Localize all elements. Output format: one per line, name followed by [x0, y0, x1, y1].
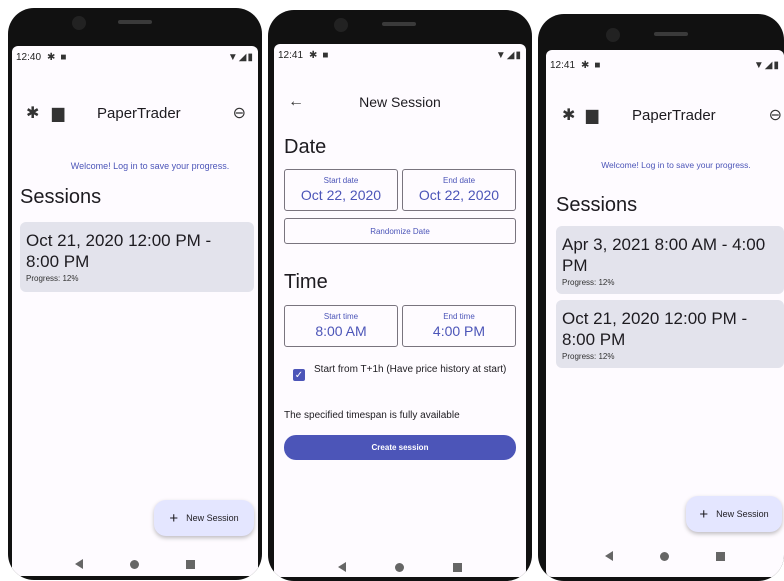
date-heading: Date	[284, 136, 327, 158]
home-nav-icon[interactable]	[659, 551, 669, 561]
speaker-grille	[654, 32, 688, 36]
end-date-label: End date	[442, 176, 476, 185]
feedback-icon[interactable]: ▆	[586, 105, 598, 125]
new-session-button[interactable]: + New Session	[154, 500, 254, 536]
time-heading: Time	[284, 271, 328, 293]
new-session-button[interactable]: + New Session	[686, 496, 782, 532]
settings-icon[interactable]: ✱	[26, 103, 39, 123]
app-title: PaperTrader	[97, 104, 181, 122]
system-nav-bar	[12, 556, 258, 572]
camera	[606, 28, 620, 42]
recents-nav-icon[interactable]	[715, 551, 725, 561]
status-bar: 12:41 ✱ ■ ▼◢▮	[546, 56, 784, 74]
account-icon[interactable]: ⊖	[233, 103, 246, 123]
session-card[interactable]: Oct 21, 2020 12:00 PM - 8:00 PM Progress…	[20, 222, 254, 292]
status-time: 12:41	[550, 59, 576, 71]
session-card[interactable]: Apr 3, 2021 8:00 AM - 4:00 PM Progress: …	[556, 226, 784, 294]
start-date-value: Oct 22, 2020	[300, 187, 382, 203]
end-date-field[interactable]: End date Oct 22, 2020	[402, 169, 516, 211]
end-time-label: End time	[443, 312, 475, 321]
new-session-label: New Session	[716, 509, 769, 519]
square-icon: ■	[594, 59, 601, 71]
session-progress: Progress: 12%	[26, 274, 79, 283]
screen-new-session: 12:41 ✱ ■ ▼◢▮ ← New Session Date Start d…	[274, 44, 526, 577]
recents-nav-icon[interactable]	[185, 559, 195, 569]
back-nav-icon[interactable]	[75, 559, 84, 569]
screen-title: New Session	[359, 94, 441, 110]
gear-icon: ✱	[47, 51, 56, 63]
start-time-value: 8:00 AM	[315, 323, 367, 339]
availability-text: The specified timespan is fully availabl…	[284, 410, 460, 421]
session-title: Oct 21, 2020 12:00 PM - 8:00 PM	[26, 231, 212, 271]
signal-battery-icon: ▼◢▮	[495, 49, 522, 61]
end-time-value: 4:00 PM	[432, 323, 486, 339]
session-title: Oct 21, 2020 12:00 PM - 8:00 PM	[562, 309, 748, 349]
plus-icon: +	[169, 509, 179, 527]
create-session-button[interactable]: Create session	[284, 435, 516, 460]
start-date-label: Start date	[323, 176, 359, 185]
status-bar: 12:41 ✱ ■ ▼◢▮	[274, 46, 526, 64]
feedback-icon[interactable]: ▆	[52, 103, 64, 123]
gear-icon: ✱	[581, 59, 590, 71]
home-nav-icon[interactable]	[394, 562, 404, 572]
system-nav-bar	[274, 559, 526, 575]
status-time: 12:41	[278, 49, 304, 61]
square-icon: ■	[322, 49, 329, 61]
settings-icon[interactable]: ✱	[562, 105, 575, 125]
welcome-login-link[interactable]: Welcome! Log in to save your progress.	[12, 161, 258, 171]
system-nav-bar	[546, 548, 784, 564]
session-progress: Progress: 12%	[562, 278, 615, 287]
t-plus-1h-label: Start from T+1h (Have price history at s…	[314, 364, 507, 375]
randomize-date-button[interactable]: Randomize Date	[284, 218, 516, 244]
gear-icon: ✱	[309, 49, 318, 61]
speaker-grille	[382, 22, 416, 26]
welcome-login-link[interactable]: Welcome! Log in to save your progress.	[546, 160, 784, 170]
recents-nav-icon[interactable]	[452, 562, 462, 572]
account-icon[interactable]: ⊖	[769, 105, 782, 125]
phone-frame-1: 12:40 ✱ ■ ▼◢▮ ✱ ▆ PaperTrader ⊖ Welcome!…	[8, 8, 262, 580]
speaker-grille	[118, 20, 152, 24]
home-nav-icon[interactable]	[129, 559, 139, 569]
session-card[interactable]: Oct 21, 2020 12:00 PM - 8:00 PM Progress…	[556, 300, 784, 368]
plus-icon: +	[699, 505, 709, 523]
end-date-value: Oct 22, 2020	[418, 187, 500, 203]
back-nav-icon[interactable]	[605, 551, 614, 561]
square-icon: ■	[60, 51, 67, 63]
app-title: PaperTrader	[632, 106, 716, 124]
signal-battery-icon: ▼◢▮	[753, 59, 780, 71]
start-date-field[interactable]: Start date Oct 22, 2020	[284, 169, 398, 211]
phone-frame-3: 12:41 ✱ ■ ▼◢▮ ✱ ▆ PaperTrader ⊖ Welcome!…	[538, 14, 784, 581]
status-time: 12:40	[16, 51, 42, 63]
session-progress: Progress: 12%	[562, 352, 615, 361]
screen-sessions-updated: 12:41 ✱ ■ ▼◢▮ ✱ ▆ PaperTrader ⊖ Welcome!…	[546, 50, 784, 577]
camera	[72, 16, 86, 30]
start-time-field[interactable]: Start time 8:00 AM	[284, 305, 398, 347]
start-time-label: Start time	[323, 312, 359, 321]
sessions-heading: Sessions	[556, 194, 638, 216]
camera	[334, 18, 348, 32]
t-plus-1h-checkbox[interactable]: ✓	[293, 369, 305, 381]
sessions-heading: Sessions	[20, 186, 102, 208]
top-app-bar: ✱ ▆ PaperTrader ⊖	[12, 98, 258, 128]
screen-sessions: 12:40 ✱ ■ ▼◢▮ ✱ ▆ PaperTrader ⊖ Welcome!…	[12, 46, 258, 576]
back-nav-icon[interactable]	[338, 562, 347, 572]
signal-battery-icon: ▼◢▮	[227, 51, 254, 63]
top-app-bar: ← New Session	[274, 87, 526, 117]
end-time-field[interactable]: End time 4:00 PM	[402, 305, 516, 347]
top-app-bar: ✱ ▆ PaperTrader ⊖	[546, 100, 784, 130]
session-title: Apr 3, 2021 8:00 AM - 4:00 PM	[562, 235, 766, 275]
new-session-label: New Session	[186, 513, 239, 523]
status-bar: 12:40 ✱ ■ ▼◢▮	[12, 48, 258, 66]
phone-frame-2: 12:41 ✱ ■ ▼◢▮ ← New Session Date Start d…	[268, 10, 532, 581]
